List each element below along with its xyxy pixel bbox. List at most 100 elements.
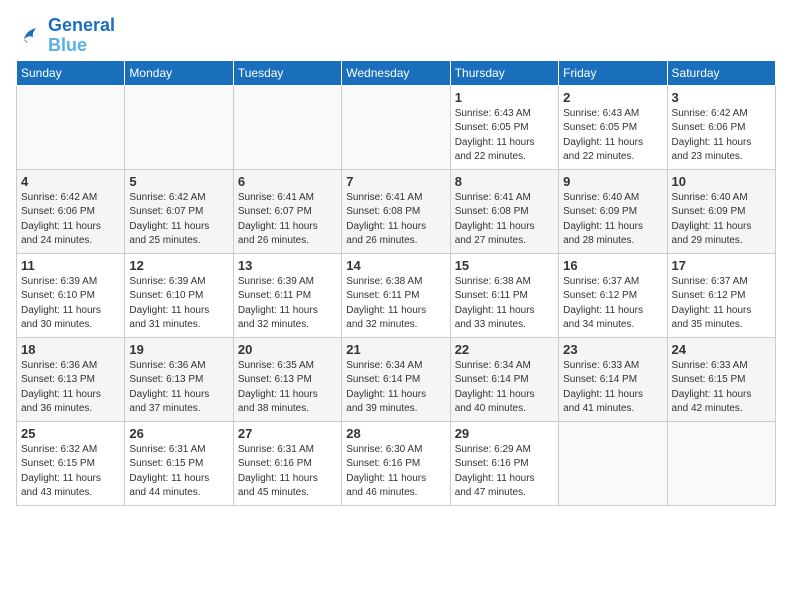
day-info: Sunrise: 6:31 AM Sunset: 6:16 PM Dayligh… bbox=[238, 443, 337, 501]
calendar-cell: 13 Sunrise: 6:39 AM Sunset: 6:11 PM Dayli… bbox=[233, 253, 341, 337]
day-info: Sunrise: 6:35 AM Sunset: 6:13 PM Dayligh… bbox=[238, 359, 337, 417]
day-number: 24 bbox=[672, 342, 771, 357]
calendar-cell: 28 Sunrise: 6:30 AM Sunset: 6:16 PM Dayli… bbox=[342, 421, 450, 505]
calendar-cell bbox=[559, 421, 667, 505]
day-info: Sunrise: 6:36 AM Sunset: 6:13 PM Dayligh… bbox=[129, 359, 228, 417]
calendar-cell: 18 Sunrise: 6:36 AM Sunset: 6:13 PM Dayli… bbox=[17, 337, 125, 421]
calendar-cell: 26 Sunrise: 6:31 AM Sunset: 6:15 PM Dayli… bbox=[125, 421, 233, 505]
calendar-cell: 24 Sunrise: 6:33 AM Sunset: 6:15 PM Dayli… bbox=[667, 337, 775, 421]
calendar-cell: 12 Sunrise: 6:39 AM Sunset: 6:10 PM Dayli… bbox=[125, 253, 233, 337]
day-number: 9 bbox=[563, 174, 662, 189]
calendar-cell: 7Sunrise: 6:41 AM Sunset: 6:08 PM Daylig… bbox=[342, 169, 450, 253]
calendar-cell: 16 Sunrise: 6:37 AM Sunset: 6:12 PM Dayli… bbox=[559, 253, 667, 337]
day-number: 16 bbox=[563, 258, 662, 273]
calendar-cell: 17 Sunrise: 6:37 AM Sunset: 6:12 PM Dayli… bbox=[667, 253, 775, 337]
day-header-saturday: Saturday bbox=[667, 60, 775, 85]
day-number: 6 bbox=[238, 174, 337, 189]
day-info: Sunrise: 6:30 AM Sunset: 6:16 PM Dayligh… bbox=[346, 443, 445, 501]
calendar-cell: 14 Sunrise: 6:38 AM Sunset: 6:11 PM Dayli… bbox=[342, 253, 450, 337]
page-header: General Blue bbox=[16, 16, 776, 56]
calendar-header-row: SundayMondayTuesdayWednesdayThursdayFrid… bbox=[17, 60, 776, 85]
calendar-table: SundayMondayTuesdayWednesdayThursdayFrid… bbox=[16, 60, 776, 506]
day-info: Sunrise: 6:41 AM Sunset: 6:08 PM Dayligh… bbox=[455, 191, 554, 249]
calendar-cell bbox=[233, 85, 341, 169]
day-info: Sunrise: 6:41 AM Sunset: 6:07 PM Dayligh… bbox=[238, 191, 337, 249]
day-header-tuesday: Tuesday bbox=[233, 60, 341, 85]
calendar-cell: 20Sunrise: 6:35 AM Sunset: 6:13 PM Dayli… bbox=[233, 337, 341, 421]
day-info: Sunrise: 6:40 AM Sunset: 6:09 PM Dayligh… bbox=[563, 191, 662, 249]
calendar-cell: 27 Sunrise: 6:31 AM Sunset: 6:16 PM Dayli… bbox=[233, 421, 341, 505]
day-number: 12 bbox=[129, 258, 228, 273]
calendar-cell: 3Sunrise: 6:42 AM Sunset: 6:06 PM Daylig… bbox=[667, 85, 775, 169]
calendar-week-row: 11 Sunrise: 6:39 AM Sunset: 6:10 PM Dayli… bbox=[17, 253, 776, 337]
day-number: 29 bbox=[455, 426, 554, 441]
day-info: Sunrise: 6:33 AM Sunset: 6:15 PM Dayligh… bbox=[672, 359, 771, 417]
day-info: Sunrise: 6:42 AM Sunset: 6:06 PM Dayligh… bbox=[21, 191, 120, 249]
day-info: Sunrise: 6:38 AM Sunset: 6:11 PM Dayligh… bbox=[346, 275, 445, 333]
day-info: Sunrise: 6:36 AM Sunset: 6:13 PM Dayligh… bbox=[21, 359, 120, 417]
calendar-cell bbox=[342, 85, 450, 169]
calendar-cell: 29 Sunrise: 6:29 AM Sunset: 6:16 PM Dayli… bbox=[450, 421, 558, 505]
day-info: Sunrise: 6:43 AM Sunset: 6:05 PM Dayligh… bbox=[455, 107, 554, 165]
day-number: 11 bbox=[21, 258, 120, 273]
day-header-monday: Monday bbox=[125, 60, 233, 85]
calendar-cell: 22 Sunrise: 6:34 AM Sunset: 6:14 PM Dayli… bbox=[450, 337, 558, 421]
day-number: 7 bbox=[346, 174, 445, 189]
day-info: Sunrise: 6:33 AM Sunset: 6:14 PM Dayligh… bbox=[563, 359, 662, 417]
day-number: 19 bbox=[129, 342, 228, 357]
day-info: Sunrise: 6:43 AM Sunset: 6:05 PM Dayligh… bbox=[563, 107, 662, 165]
logo-icon bbox=[16, 22, 44, 50]
day-number: 2 bbox=[563, 90, 662, 105]
day-number: 22 bbox=[455, 342, 554, 357]
day-number: 18 bbox=[21, 342, 120, 357]
day-number: 17 bbox=[672, 258, 771, 273]
day-info: Sunrise: 6:37 AM Sunset: 6:12 PM Dayligh… bbox=[672, 275, 771, 333]
calendar-cell: 4Sunrise: 6:42 AM Sunset: 6:06 PM Daylig… bbox=[17, 169, 125, 253]
day-info: Sunrise: 6:38 AM Sunset: 6:11 PM Dayligh… bbox=[455, 275, 554, 333]
calendar-cell: 25Sunrise: 6:32 AM Sunset: 6:15 PM Dayli… bbox=[17, 421, 125, 505]
calendar-cell: 6 Sunrise: 6:41 AM Sunset: 6:07 PM Daylig… bbox=[233, 169, 341, 253]
day-number: 10 bbox=[672, 174, 771, 189]
day-info: Sunrise: 6:29 AM Sunset: 6:16 PM Dayligh… bbox=[455, 443, 554, 501]
day-info: Sunrise: 6:42 AM Sunset: 6:07 PM Dayligh… bbox=[129, 191, 228, 249]
day-number: 8 bbox=[455, 174, 554, 189]
day-number: 14 bbox=[346, 258, 445, 273]
day-info: Sunrise: 6:42 AM Sunset: 6:06 PM Dayligh… bbox=[672, 107, 771, 165]
calendar-cell: 9 Sunrise: 6:40 AM Sunset: 6:09 PM Daylig… bbox=[559, 169, 667, 253]
day-number: 21 bbox=[346, 342, 445, 357]
calendar-cell bbox=[17, 85, 125, 169]
day-header-wednesday: Wednesday bbox=[342, 60, 450, 85]
day-number: 28 bbox=[346, 426, 445, 441]
calendar-cell: 8 Sunrise: 6:41 AM Sunset: 6:08 PM Daylig… bbox=[450, 169, 558, 253]
calendar-cell: 19 Sunrise: 6:36 AM Sunset: 6:13 PM Dayli… bbox=[125, 337, 233, 421]
day-header-friday: Friday bbox=[559, 60, 667, 85]
calendar-cell: 2 Sunrise: 6:43 AM Sunset: 6:05 PM Daylig… bbox=[559, 85, 667, 169]
calendar-cell: 11 Sunrise: 6:39 AM Sunset: 6:10 PM Dayli… bbox=[17, 253, 125, 337]
day-header-sunday: Sunday bbox=[17, 60, 125, 85]
day-info: Sunrise: 6:39 AM Sunset: 6:10 PM Dayligh… bbox=[129, 275, 228, 333]
calendar-week-row: 25Sunrise: 6:32 AM Sunset: 6:15 PM Dayli… bbox=[17, 421, 776, 505]
calendar-cell: 1Sunrise: 6:43 AM Sunset: 6:05 PM Daylig… bbox=[450, 85, 558, 169]
day-info: Sunrise: 6:39 AM Sunset: 6:10 PM Dayligh… bbox=[21, 275, 120, 333]
day-info: Sunrise: 6:32 AM Sunset: 6:15 PM Dayligh… bbox=[21, 443, 120, 501]
day-info: Sunrise: 6:34 AM Sunset: 6:14 PM Dayligh… bbox=[455, 359, 554, 417]
day-number: 26 bbox=[129, 426, 228, 441]
day-info: Sunrise: 6:31 AM Sunset: 6:15 PM Dayligh… bbox=[129, 443, 228, 501]
calendar-cell: 23 Sunrise: 6:33 AM Sunset: 6:14 PM Dayli… bbox=[559, 337, 667, 421]
calendar-week-row: 1Sunrise: 6:43 AM Sunset: 6:05 PM Daylig… bbox=[17, 85, 776, 169]
day-info: Sunrise: 6:40 AM Sunset: 6:09 PM Dayligh… bbox=[672, 191, 771, 249]
calendar-cell: 10 Sunrise: 6:40 AM Sunset: 6:09 PM Dayli… bbox=[667, 169, 775, 253]
calendar-cell: 15 Sunrise: 6:38 AM Sunset: 6:11 PM Dayli… bbox=[450, 253, 558, 337]
day-info: Sunrise: 6:34 AM Sunset: 6:14 PM Dayligh… bbox=[346, 359, 445, 417]
calendar-cell bbox=[667, 421, 775, 505]
day-number: 27 bbox=[238, 426, 337, 441]
day-number: 13 bbox=[238, 258, 337, 273]
calendar-week-row: 4Sunrise: 6:42 AM Sunset: 6:06 PM Daylig… bbox=[17, 169, 776, 253]
day-header-thursday: Thursday bbox=[450, 60, 558, 85]
day-number: 15 bbox=[455, 258, 554, 273]
day-info: Sunrise: 6:37 AM Sunset: 6:12 PM Dayligh… bbox=[563, 275, 662, 333]
day-number: 23 bbox=[563, 342, 662, 357]
calendar-cell: 21 Sunrise: 6:34 AM Sunset: 6:14 PM Dayli… bbox=[342, 337, 450, 421]
day-info: Sunrise: 6:39 AM Sunset: 6:11 PM Dayligh… bbox=[238, 275, 337, 333]
logo: General Blue bbox=[16, 16, 115, 56]
